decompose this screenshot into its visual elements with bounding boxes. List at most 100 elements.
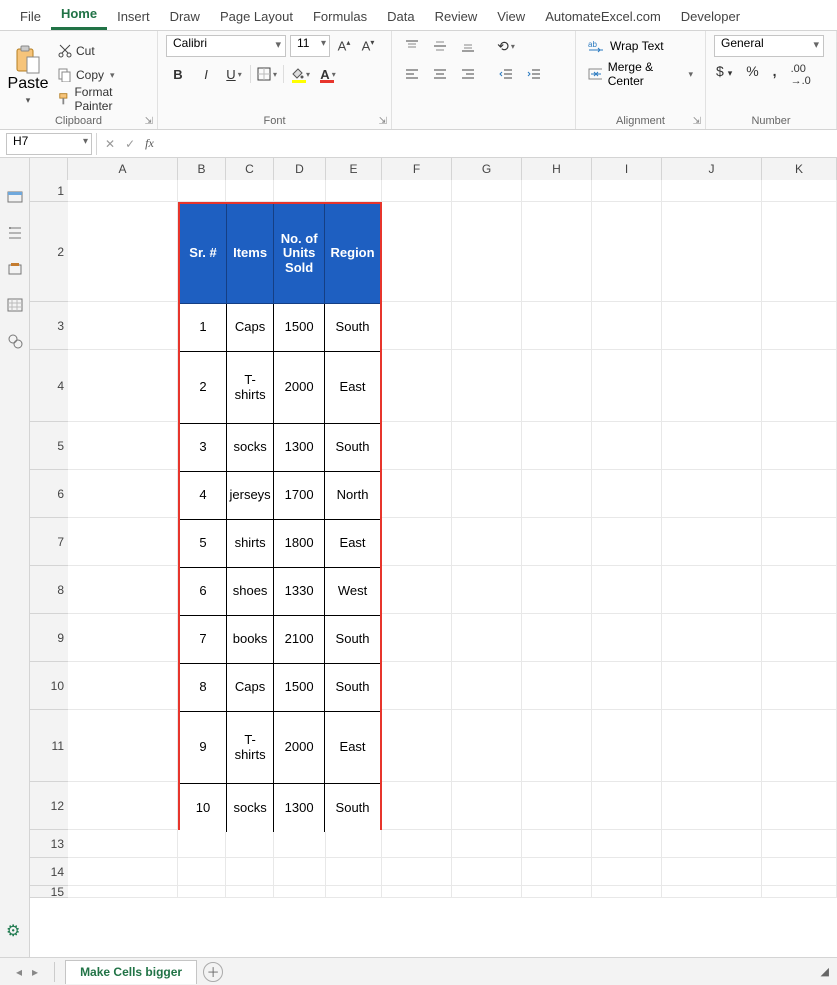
col-head-I[interactable]: I [592, 158, 662, 180]
table-cell[interactable]: East [325, 352, 380, 424]
table-cell[interactable]: socks [227, 424, 274, 472]
table-cell[interactable]: 9 [180, 712, 227, 784]
table-cell[interactable]: South [325, 424, 380, 472]
table-cell[interactable]: 2100 [274, 616, 325, 664]
resize-handle-icon[interactable]: ◢ [821, 965, 837, 978]
table-cell[interactable]: South [325, 664, 380, 712]
tab-home[interactable]: Home [51, 0, 107, 30]
accounting-format-button[interactable]: $ ▾ [714, 63, 734, 87]
row-head-12[interactable]: 12 [30, 782, 68, 830]
underline-button[interactable]: U▾ [222, 63, 246, 85]
table-cell[interactable]: socks [227, 784, 274, 832]
table-cell[interactable]: jerseys [227, 472, 274, 520]
number-format-select[interactable]: General [714, 35, 824, 57]
table-cell[interactable]: 1500 [274, 304, 325, 352]
align-bottom-button[interactable] [456, 35, 480, 57]
increase-decimal-button[interactable]: .00→.0 [789, 63, 813, 87]
row-head-9[interactable]: 9 [30, 614, 68, 662]
fill-color-button[interactable]: ▾ [288, 63, 312, 85]
table-cell[interactable]: 1500 [274, 664, 325, 712]
table-cell[interactable]: 10 [180, 784, 227, 832]
table-cell[interactable]: Caps [227, 664, 274, 712]
tab-file[interactable]: File [10, 3, 51, 30]
font-launcher[interactable]: ⇲ [379, 116, 387, 127]
align-left-button[interactable] [400, 63, 424, 85]
name-box[interactable]: H7 [6, 133, 92, 155]
table-cell[interactable]: Caps [227, 304, 274, 352]
italic-button[interactable]: I [194, 63, 218, 85]
orientation-button[interactable]: ⟲▾ [494, 35, 518, 57]
align-right-button[interactable] [456, 63, 480, 85]
col-head-F[interactable]: F [382, 158, 452, 180]
table-cell[interactable]: North [325, 472, 380, 520]
table-cell[interactable]: 1300 [274, 784, 325, 832]
borders-button[interactable]: ▾ [255, 63, 279, 85]
formula-input[interactable] [162, 133, 837, 155]
format-painter-button[interactable]: Format Painter [54, 88, 149, 110]
row-head-7[interactable]: 7 [30, 518, 68, 566]
col-head-E[interactable]: E [326, 158, 382, 180]
table-cell[interactable]: 1800 [274, 520, 325, 568]
table-cell[interactable]: West [325, 568, 380, 616]
comma-format-button[interactable]: , [771, 63, 779, 87]
table-cell[interactable]: 4 [180, 472, 227, 520]
select-all-corner[interactable] [30, 158, 68, 180]
sheet-nav-prev[interactable]: ▸ [28, 965, 42, 979]
side-icon-3[interactable] [6, 260, 24, 278]
tab-draw[interactable]: Draw [160, 3, 210, 30]
side-icon-1[interactable] [6, 188, 24, 206]
row-head-2[interactable]: 2 [30, 202, 68, 302]
table-cell[interactable]: 1700 [274, 472, 325, 520]
decrease-indent-button[interactable] [494, 63, 518, 85]
sheet-tab-active[interactable]: Make Cells bigger [65, 960, 197, 984]
col-head-H[interactable]: H [522, 158, 592, 180]
shrink-font-button[interactable]: A▾ [358, 38, 378, 53]
col-head-B[interactable]: B [178, 158, 226, 180]
tab-insert[interactable]: Insert [107, 3, 160, 30]
side-icon-2[interactable] [6, 224, 24, 242]
tab-data[interactable]: Data [377, 3, 424, 30]
table-cell[interactable]: 2000 [274, 352, 325, 424]
table-cell[interactable]: East [325, 712, 380, 784]
tab-developer[interactable]: Developer [671, 3, 750, 30]
side-icon-5[interactable] [6, 332, 24, 350]
row-head-1[interactable]: 1 [30, 180, 68, 202]
col-head-C[interactable]: C [226, 158, 274, 180]
wrap-text-button[interactable]: ab Wrap Text [584, 35, 697, 57]
row-head-5[interactable]: 5 [30, 422, 68, 470]
fx-button[interactable]: fx [145, 136, 154, 151]
spreadsheet-grid[interactable]: ABCDEFGHIJK 123456789101112131415 Sr. #I… [30, 158, 837, 957]
col-head-K[interactable]: K [762, 158, 837, 180]
cancel-formula-button[interactable]: ✕ [105, 137, 115, 151]
font-size-select[interactable]: 11 [290, 35, 330, 57]
font-name-select[interactable]: Calibri [166, 35, 286, 57]
tab-page-layout[interactable]: Page Layout [210, 3, 303, 30]
align-center-button[interactable] [428, 63, 452, 85]
font-color-button[interactable]: A▾ [316, 63, 340, 85]
grow-font-button[interactable]: A▴ [334, 38, 354, 53]
clipboard-launcher[interactable]: ⇲ [145, 116, 153, 127]
row-head-11[interactable]: 11 [30, 710, 68, 782]
table-cell[interactable]: South [325, 784, 380, 832]
table-cell[interactable]: shirts [227, 520, 274, 568]
table-cell[interactable]: T-shirts [227, 352, 274, 424]
table-cell[interactable]: T-shirts [227, 712, 274, 784]
row-head-13[interactable]: 13 [30, 830, 68, 858]
table-cell[interactable]: 1300 [274, 424, 325, 472]
sheet-nav-first[interactable]: ◂ [12, 965, 26, 979]
row-head-4[interactable]: 4 [30, 350, 68, 422]
row-head-10[interactable]: 10 [30, 662, 68, 710]
row-head-15[interactable]: 15 [30, 886, 68, 898]
table-cell[interactable]: 5 [180, 520, 227, 568]
row-head-3[interactable]: 3 [30, 302, 68, 350]
col-head-G[interactable]: G [452, 158, 522, 180]
row-head-6[interactable]: 6 [30, 470, 68, 518]
table-cell[interactable]: East [325, 520, 380, 568]
tab-automateexcel-com[interactable]: AutomateExcel.com [535, 3, 671, 30]
align-top-button[interactable] [400, 35, 424, 57]
table-cell[interactable]: shoes [227, 568, 274, 616]
table-cell[interactable]: 2000 [274, 712, 325, 784]
increase-indent-button[interactable] [522, 63, 546, 85]
settings-gear-icon[interactable]: ⚙ [6, 921, 20, 941]
tab-formulas[interactable]: Formulas [303, 3, 377, 30]
